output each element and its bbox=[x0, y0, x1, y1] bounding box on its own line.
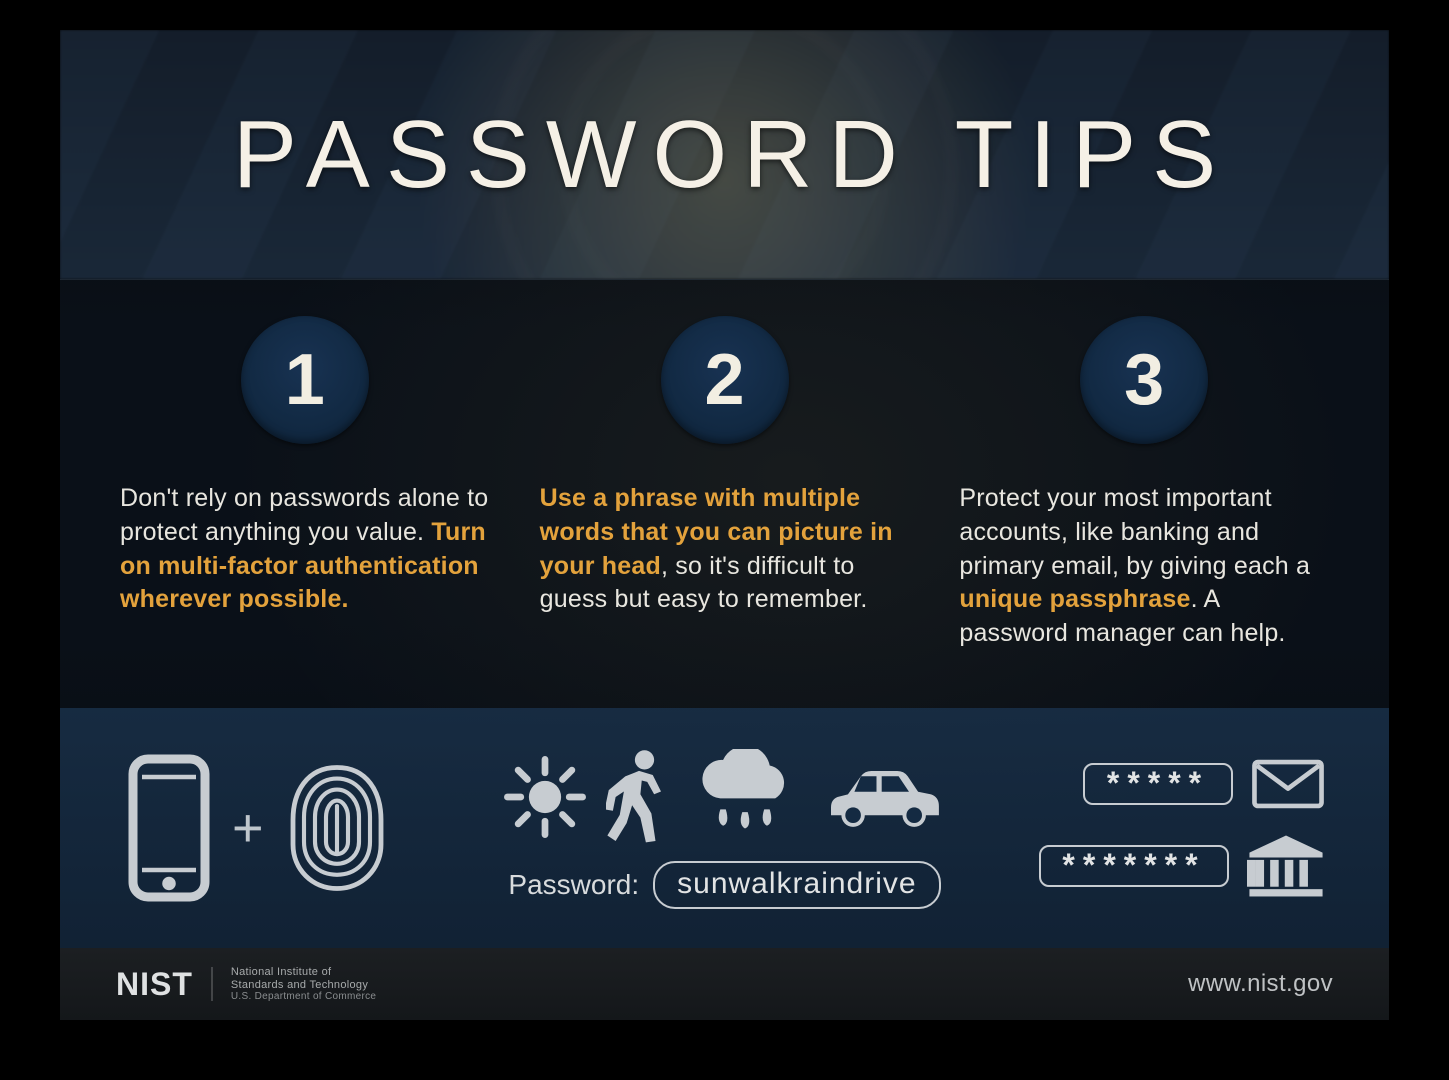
fingerprint-icon bbox=[282, 753, 392, 903]
footer-divider bbox=[211, 967, 213, 1001]
icon-col-passphrase: Password: sunwalkraindrive bbox=[502, 747, 948, 909]
nist-subtitle: National Institute of Standards and Tech… bbox=[231, 966, 376, 1001]
tip-1: 1 Don't rely on passwords alone to prote… bbox=[120, 316, 490, 678]
plus-icon: + bbox=[232, 797, 264, 859]
tip-badge-3: 3 bbox=[1080, 316, 1208, 444]
envelope-icon bbox=[1251, 757, 1325, 811]
car-icon bbox=[818, 757, 948, 837]
tip-3-pre: Protect your most important accounts, li… bbox=[959, 484, 1310, 580]
tip-badge-1: 1 bbox=[241, 316, 369, 444]
nist-sub-line2: Standards and Technology bbox=[231, 979, 376, 991]
tip-badge-2: 2 bbox=[661, 316, 789, 444]
page-title: PASSWORD TIPS bbox=[217, 100, 1232, 210]
password-label: Password: bbox=[508, 869, 639, 901]
pedestrian-icon bbox=[606, 747, 672, 847]
nist-logo: NIST bbox=[116, 966, 193, 1003]
password-value-box: sunwalkraindrive bbox=[653, 861, 940, 909]
header-band: PASSWORD TIPS bbox=[60, 30, 1389, 280]
nist-sub-line1: National Institute of bbox=[231, 966, 376, 978]
poster: PASSWORD TIPS 1 Don't rely on passwords … bbox=[60, 30, 1389, 1020]
tip-body-3: Protect your most important accounts, li… bbox=[959, 482, 1329, 651]
rain-cloud-icon bbox=[690, 749, 800, 845]
tip-3: 3 Protect your most important accounts, … bbox=[959, 316, 1329, 678]
sun-icon bbox=[502, 754, 588, 840]
icon-col-unique: ***** ******* bbox=[948, 757, 1330, 899]
tips-row: 1 Don't rely on passwords alone to prote… bbox=[60, 280, 1389, 708]
icon-col-mfa: + bbox=[120, 753, 502, 903]
bank-icon bbox=[1247, 833, 1325, 899]
footer-logo-block: NIST National Institute of Standards and… bbox=[116, 966, 376, 1003]
tip-3-em: unique passphrase bbox=[959, 585, 1190, 613]
masked-password-2: ******* bbox=[1039, 845, 1229, 887]
footer-url: www.nist.gov bbox=[1188, 970, 1333, 998]
nist-sub-line3: U.S. Department of Commerce bbox=[231, 991, 376, 1002]
tip-body-1: Don't rely on passwords alone to protect… bbox=[120, 482, 490, 617]
tip-2: 2 Use a phrase with multiple words that … bbox=[540, 316, 910, 678]
masked-password-1: ***** bbox=[1083, 763, 1233, 805]
phone-icon bbox=[124, 753, 214, 903]
tip-body-2: Use a phrase with multiple words that yo… bbox=[540, 482, 910, 617]
icon-band: + bbox=[60, 708, 1389, 948]
footer: NIST National Institute of Standards and… bbox=[60, 948, 1389, 1020]
